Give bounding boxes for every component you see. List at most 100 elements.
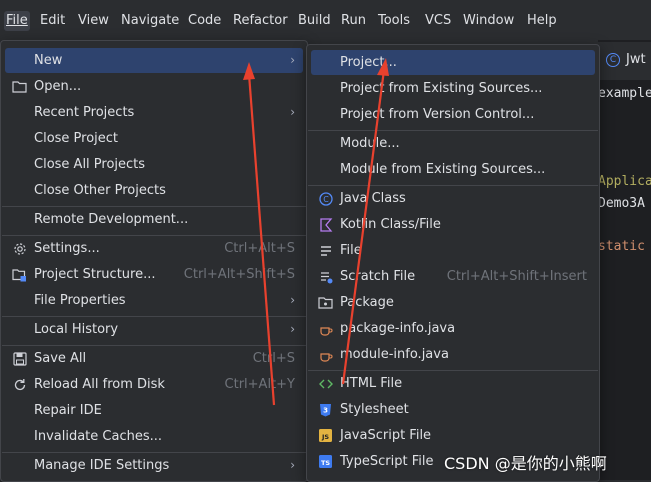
- new-typescript-file-label: TypeScript File: [340, 454, 434, 469]
- file-menu-local-history-label: Local History: [34, 322, 119, 337]
- file-menu-open[interactable]: Open...: [5, 74, 303, 99]
- new-project-existing-sources[interactable]: Project from Existing Sources...: [311, 76, 595, 101]
- menu-build[interactable]: Build: [298, 11, 331, 31]
- file-menu-file-properties[interactable]: File Properties ›: [5, 288, 303, 313]
- shortcut-text: Ctrl+Alt+S: [224, 241, 295, 256]
- project-structure-icon: [12, 267, 27, 282]
- svg-text:C: C: [323, 195, 329, 204]
- shortcut-text: Ctrl+Alt+Shift+S: [183, 267, 295, 282]
- watermark: CSDN @是你的小熊啊: [444, 454, 607, 473]
- java-class-icon: C: [318, 191, 333, 206]
- file-menu-invalidate-caches[interactable]: Invalidate Caches...: [5, 424, 303, 449]
- html-icon: [318, 376, 333, 391]
- file-menu-reload-all[interactable]: Reload All from Disk Ctrl+Alt+Y: [5, 372, 303, 397]
- scratch-file-icon: [318, 269, 333, 284]
- new-module-info[interactable]: module-info.java: [311, 342, 595, 367]
- new-module-existing-sources-label: Module from Existing Sources...: [340, 162, 546, 177]
- file-menu-close-other-projects-label: Close Other Projects: [34, 183, 166, 198]
- shortcut-text: Ctrl+Alt+Shift+Insert: [446, 269, 587, 284]
- save-icon: [12, 351, 27, 366]
- new-file-label: File: [340, 243, 362, 258]
- file-menu-invalidate-caches-label: Invalidate Caches...: [34, 429, 163, 444]
- new-project-existing-sources-label: Project from Existing Sources...: [340, 81, 543, 96]
- new-scratch-file[interactable]: Scratch File Ctrl+Alt+Shift+Insert: [311, 264, 595, 289]
- editor-tab[interactable]: C Jwt: [598, 42, 651, 81]
- file-menu-save-all-label: Save All: [34, 351, 87, 366]
- new-javascript-file-label: JavaScript File: [340, 428, 432, 443]
- file-menu-repair-ide[interactable]: Repair IDE: [5, 398, 303, 423]
- file-menu-close-all-projects-label: Close All Projects: [34, 157, 146, 172]
- menu-refactor[interactable]: Refactor: [233, 11, 288, 31]
- file-menu-new[interactable]: New ›: [5, 48, 303, 73]
- menu-view[interactable]: View: [78, 11, 109, 31]
- file-menu-project-structure[interactable]: Project Structure... Ctrl+Alt+Shift+S: [5, 262, 303, 287]
- folder-icon: [12, 79, 27, 94]
- file-menu-project-structure-label: Project Structure...: [34, 267, 156, 282]
- code-line: Applicat: [598, 174, 651, 189]
- menu-file[interactable]: File: [4, 11, 30, 31]
- file-menu-remote-development[interactable]: Remote Development...: [5, 207, 303, 232]
- file-menu-local-history[interactable]: Local History ›: [5, 317, 303, 342]
- chevron-right-icon: ›: [290, 293, 295, 307]
- file-menu-open-label: Open...: [34, 79, 82, 94]
- new-project-version-control-label: Project from Version Control...: [340, 107, 535, 122]
- text-file-icon: [318, 243, 333, 258]
- new-stylesheet[interactable]: 3 Stylesheet: [311, 397, 595, 422]
- new-html-file[interactable]: HTML File: [311, 371, 595, 396]
- new-module-existing-sources[interactable]: Module from Existing Sources...: [311, 157, 595, 182]
- shortcut-text: Ctrl+Alt+Y: [224, 377, 295, 392]
- new-project-version-control[interactable]: Project from Version Control...: [311, 102, 595, 127]
- chevron-right-icon: ›: [290, 458, 295, 472]
- new-package-label: Package: [340, 295, 394, 310]
- file-menu-remote-development-label: Remote Development...: [34, 212, 189, 227]
- menu-run[interactable]: Run: [341, 11, 366, 31]
- menu-code[interactable]: Code: [188, 11, 221, 31]
- editor-area: [598, 40, 651, 480]
- file-menu-new-label: New: [34, 53, 63, 68]
- new-javascript-file[interactable]: JS JavaScript File: [311, 423, 595, 448]
- file-menu-repair-ide-label: Repair IDE: [34, 403, 102, 418]
- menu-window[interactable]: Window: [463, 11, 514, 31]
- menu-vcs[interactable]: VCS: [425, 11, 451, 31]
- file-menu-reload-all-label: Reload All from Disk: [34, 377, 165, 392]
- file-menu-save-all[interactable]: Save All Ctrl+S: [5, 346, 303, 371]
- new-file[interactable]: File: [311, 238, 595, 263]
- new-project[interactable]: Project...: [311, 50, 595, 75]
- file-menu-close-other-projects[interactable]: Close Other Projects: [5, 178, 303, 203]
- new-java-class[interactable]: C Java Class: [311, 186, 595, 211]
- reload-icon: [12, 377, 27, 392]
- css-icon: 3: [318, 402, 333, 417]
- menu-navigate[interactable]: Navigate: [121, 11, 179, 31]
- new-package-info[interactable]: package-info.java: [311, 316, 595, 341]
- chevron-right-icon: ›: [290, 53, 295, 67]
- new-project-label: Project...: [340, 55, 397, 70]
- new-kotlin-class[interactable]: Kotlin Class/File: [311, 212, 595, 237]
- new-scratch-file-label: Scratch File: [340, 269, 416, 284]
- menu-help[interactable]: Help: [527, 11, 557, 31]
- new-submenu: Project... Project from Existing Sources…: [306, 44, 600, 482]
- java-file-icon: [318, 321, 333, 336]
- file-menu-manage-ide-settings[interactable]: Manage IDE Settings ›: [5, 453, 303, 478]
- file-menu: New › Open... Recent Projects › Close Pr…: [0, 40, 308, 482]
- svg-text:TS: TS: [321, 459, 330, 467]
- file-menu-close-project[interactable]: Close Project: [5, 126, 303, 151]
- chevron-right-icon: ›: [290, 105, 295, 119]
- svg-text:3: 3: [323, 406, 328, 414]
- file-menu-settings[interactable]: Settings... Ctrl+Alt+S: [5, 236, 303, 261]
- gear-icon: [12, 241, 27, 256]
- new-module-label: Module...: [340, 136, 400, 151]
- new-package[interactable]: Package: [311, 290, 595, 315]
- new-module[interactable]: Module...: [311, 131, 595, 156]
- file-menu-manage-ide-settings-label: Manage IDE Settings: [34, 458, 170, 473]
- new-package-info-label: package-info.java: [340, 321, 456, 336]
- menu-tools[interactable]: Tools: [378, 11, 410, 31]
- chevron-right-icon: ›: [290, 322, 295, 336]
- shortcut-text: Ctrl+S: [252, 351, 295, 366]
- menu-edit[interactable]: Edit: [40, 11, 65, 31]
- file-menu-close-all-projects[interactable]: Close All Projects: [5, 152, 303, 177]
- new-stylesheet-label: Stylesheet: [340, 402, 409, 417]
- file-menu-recent-projects[interactable]: Recent Projects ›: [5, 100, 303, 125]
- file-menu-settings-label: Settings...: [34, 241, 100, 256]
- code-line: static v: [598, 239, 651, 254]
- new-kotlin-class-label: Kotlin Class/File: [340, 217, 441, 232]
